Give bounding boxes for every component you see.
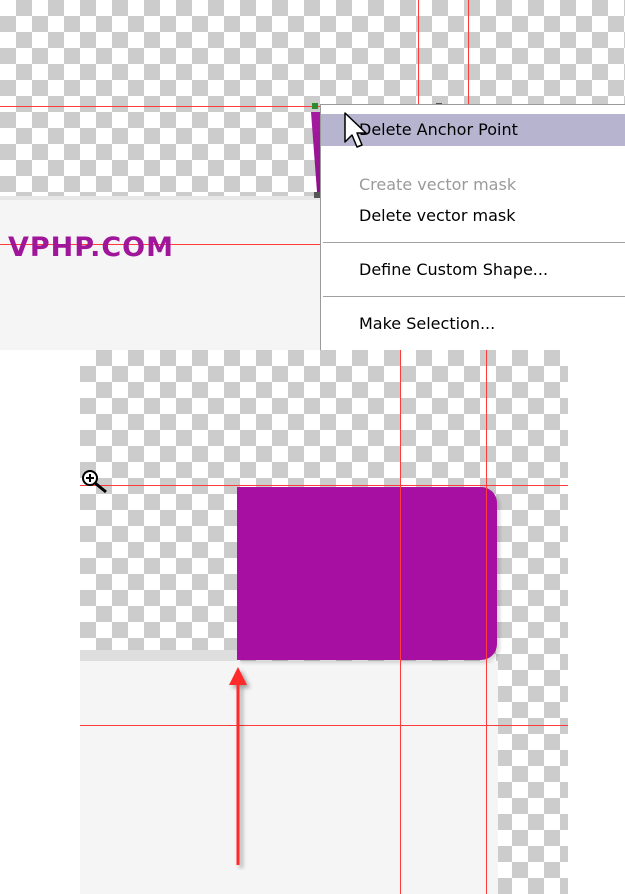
menu-separator xyxy=(323,296,625,297)
guide-vertical[interactable] xyxy=(486,350,487,894)
document-edge xyxy=(0,196,320,200)
arrow-pointer-icon xyxy=(344,112,367,148)
brand-text: VPHP.COM xyxy=(8,232,175,263)
guide-horizontal[interactable] xyxy=(0,106,320,107)
document-edge xyxy=(80,650,238,661)
top-screenshot-panel: VPHP.COM Delete Anchor Point Create vect… xyxy=(0,0,625,350)
red-up-arrow xyxy=(229,667,247,865)
menu-item-define-custom-shape[interactable]: Define Custom Shape... xyxy=(321,254,625,286)
guide-vertical[interactable] xyxy=(418,0,419,104)
menu-item-delete-vector-mask[interactable]: Delete vector mask xyxy=(321,200,625,232)
zoom-in-icon xyxy=(82,470,107,494)
guide-vertical[interactable] xyxy=(468,0,469,104)
guide-vertical[interactable] xyxy=(400,350,401,894)
purple-rounded-shape[interactable] xyxy=(237,487,497,660)
document-area xyxy=(0,196,320,350)
guide-horizontal[interactable] xyxy=(80,485,568,486)
anchor-point[interactable] xyxy=(312,103,318,109)
menu-item-make-selection[interactable]: Make Selection... xyxy=(321,308,625,340)
menu-item-create-vector-mask: Create vector mask xyxy=(359,175,517,194)
menu-separator xyxy=(323,242,625,243)
bottom-screenshot-panel xyxy=(80,350,568,894)
document-area xyxy=(80,661,498,894)
guide-horizontal[interactable] xyxy=(80,725,568,726)
